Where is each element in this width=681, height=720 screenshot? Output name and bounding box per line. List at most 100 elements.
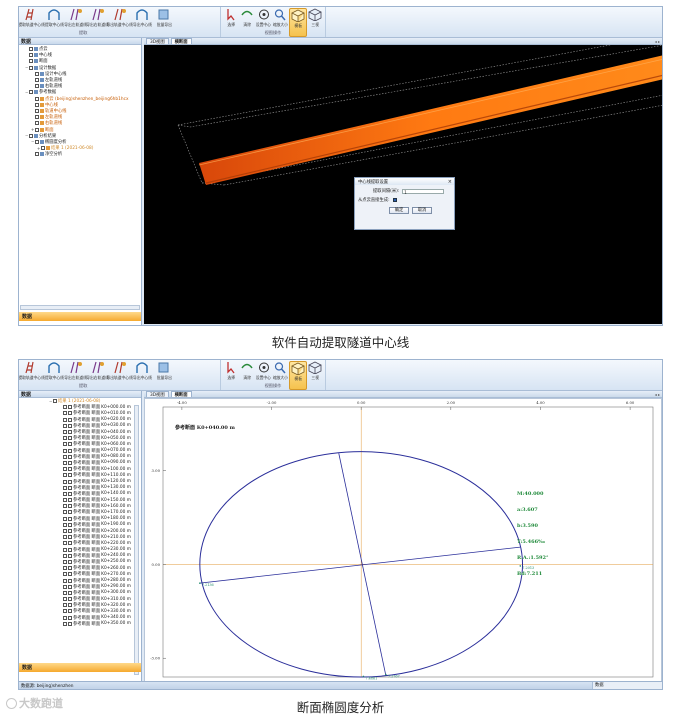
tree-checkbox[interactable] (63, 541, 67, 546)
tree-checkbox[interactable] (29, 90, 33, 95)
tree-checkbox[interactable] (35, 127, 39, 132)
tree-checkbox[interactable] (35, 115, 39, 120)
tree-item[interactable]: 净空分析 (19, 151, 141, 157)
ovality-stat: T:5.466‰ (517, 539, 545, 545)
tree-checkbox[interactable] (63, 460, 67, 465)
tree-checkbox[interactable] (63, 566, 67, 571)
section-prefix: 参考断面 断面 (73, 516, 101, 522)
tree-checkbox[interactable] (63, 473, 67, 478)
ok-button[interactable]: 确定 (389, 207, 409, 214)
tree-checkbox[interactable] (29, 47, 33, 52)
tree-checkbox[interactable] (63, 535, 67, 540)
tree-checkbox[interactable] (63, 609, 67, 614)
batch-export-button[interactable]: 批量导出 (153, 361, 175, 390)
tree-checkbox[interactable] (63, 504, 67, 509)
tab-3d-view[interactable]: 3D视图 (146, 391, 169, 398)
generate-from-cloud-checkbox[interactable] (392, 198, 397, 202)
tree-checkbox[interactable] (63, 417, 67, 422)
tree-checkbox[interactable] (63, 448, 67, 453)
tree-checkbox[interactable] (63, 423, 67, 428)
tree-checkbox[interactable] (35, 108, 39, 113)
tree-checkbox[interactable] (63, 603, 67, 608)
tree-checkbox[interactable] (29, 65, 33, 70)
ovality-stat: R.A.:1.592° (517, 555, 549, 561)
section-icon (68, 405, 72, 410)
tree-checkbox[interactable] (63, 621, 67, 626)
tree-checkbox[interactable] (63, 430, 67, 435)
tree-checkbox[interactable] (63, 498, 67, 503)
extract-center-button[interactable]: 提取中心线 (43, 8, 65, 37)
export-track-center-button[interactable]: 导出轨道中心线 (107, 361, 133, 390)
tree-checkbox[interactable] (63, 467, 67, 472)
tree-checkbox[interactable] (35, 84, 39, 89)
tree-checkbox[interactable] (29, 59, 33, 64)
tab-nav-arrows[interactable]: ◂ ▸ (655, 39, 662, 44)
tree-checkbox[interactable] (63, 516, 67, 521)
section-label: K0+010.00 m (101, 410, 131, 416)
cancel-button[interactable]: 取消 (412, 207, 432, 214)
tree-checkbox[interactable] (63, 584, 67, 589)
tree-checkbox[interactable] (63, 454, 67, 459)
tab-nav-arrows[interactable]: ◂ ▸ (655, 392, 662, 397)
tree-checkbox[interactable] (63, 485, 67, 490)
section-icon (68, 516, 72, 521)
extract-track-center-button[interactable]: 提取轨道中心线 (19, 8, 45, 37)
tree-checkbox[interactable] (63, 442, 67, 447)
tree-checkbox[interactable] (63, 578, 67, 583)
tree-checkbox[interactable] (63, 572, 67, 577)
tree-checkbox[interactable] (35, 96, 39, 101)
panel-footer[interactable]: 数据 (19, 312, 141, 321)
batch-export-button[interactable]: 批量导出 (153, 8, 175, 37)
tab-cross-section[interactable]: 横断面 (170, 391, 192, 398)
tree-checkbox[interactable] (63, 559, 67, 564)
section-icon (68, 498, 72, 503)
tree-checkbox[interactable] (35, 152, 39, 157)
export-center-button[interactable]: 导出中心线 (131, 361, 153, 390)
extract-track-center-button[interactable]: 提取轨道中心线 (19, 361, 45, 390)
tree-checkbox[interactable] (29, 133, 33, 138)
tree-checkbox[interactable] (63, 510, 67, 515)
cross-section-plot[interactable]: -4.00 -2.00 0.00 2.00 4.00 6.00 3.00 0.00 -3.00 参… (144, 398, 662, 682)
tree-checkbox[interactable] (63, 411, 67, 416)
x-tick-label: 6.00 (626, 400, 635, 405)
tab-cross-section[interactable]: 横断面 (170, 38, 192, 45)
tree-item-label: 轨道中心线 (45, 108, 67, 114)
section-icon (68, 553, 72, 558)
tab-3d-view[interactable]: 3D视图 (146, 38, 169, 45)
tree-checkbox[interactable] (35, 139, 39, 144)
batch-icon (158, 362, 169, 373)
panel-footer[interactable]: 数据 (19, 663, 141, 672)
tree-checkbox[interactable] (35, 121, 39, 126)
section-icon (68, 603, 72, 608)
tree-checkbox[interactable] (63, 479, 67, 484)
tree-checkbox[interactable] (41, 146, 45, 151)
tree-checkbox[interactable] (63, 615, 67, 620)
tree-checkbox[interactable] (63, 590, 67, 595)
interval-input[interactable]: 1 (402, 188, 445, 195)
tree-checkbox[interactable] (53, 399, 57, 404)
section-icon (68, 411, 72, 416)
tree-checkbox[interactable] (63, 491, 67, 496)
tree-checkbox[interactable] (35, 102, 39, 107)
section-prefix: 参考断面 断面 (73, 547, 101, 553)
section-label: K0+320.00 m (101, 602, 131, 608)
panel-title: 数据 (19, 391, 141, 398)
section-prefix: 参考断面 断面 (73, 621, 101, 627)
tree-checkbox[interactable] (63, 597, 67, 602)
tree-checkbox[interactable] (63, 522, 67, 527)
tree-checkbox[interactable] (35, 71, 39, 76)
tree-checkbox[interactable] (63, 436, 67, 441)
tree-checkbox[interactable] (63, 529, 67, 534)
export-track-center-button[interactable]: 导出轨道中心线 (107, 8, 133, 37)
export-center-button[interactable]: 导出中心线 (131, 8, 153, 37)
extract-center-button[interactable]: 提取中心线 (43, 361, 65, 390)
tree-checkbox[interactable] (29, 53, 33, 58)
tree-checkbox[interactable] (63, 405, 67, 410)
close-icon[interactable]: × (448, 179, 454, 185)
tree-checkbox[interactable] (63, 553, 67, 558)
tree-checkbox[interactable] (35, 78, 39, 83)
section-item[interactable]: 参考断面 断面 K0+350.00 m (19, 621, 141, 627)
panel-scrollbar[interactable] (134, 405, 139, 675)
tree-checkbox[interactable] (63, 547, 67, 552)
panel-scrollbar[interactable] (20, 305, 140, 310)
